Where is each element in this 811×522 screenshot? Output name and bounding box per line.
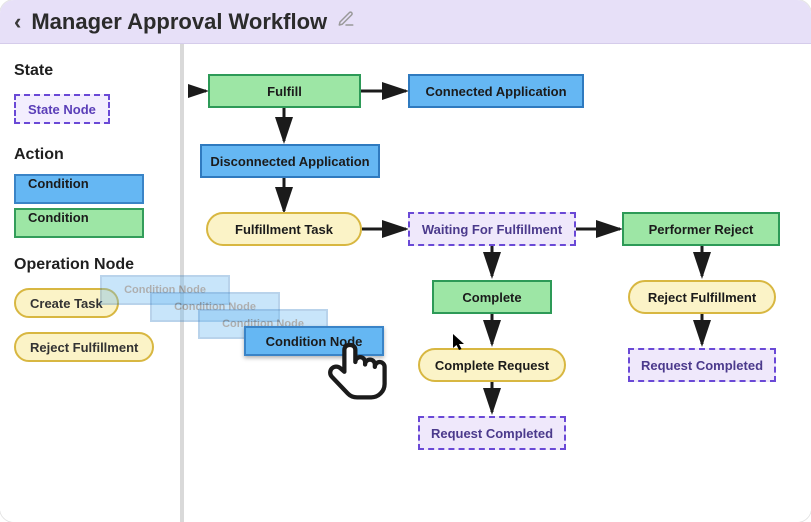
node-performer-reject[interactable]: Performer Reject	[622, 212, 780, 246]
palette-section-operation: Operation Node	[14, 256, 166, 274]
workflow-editor: ‹ Manager Approval Workflow State State …	[0, 0, 811, 522]
palette-section-action: Action	[14, 146, 166, 164]
editor-body: State State Node Action Condition Condit…	[0, 44, 811, 522]
node-disconnected-application[interactable]: Disconnected Application	[200, 144, 380, 178]
node-request-completed-left[interactable]: Request Completed	[418, 416, 566, 450]
palette-condition-blue[interactable]: Condition	[14, 174, 144, 204]
palette-state-node[interactable]: State Node	[14, 94, 110, 124]
node-connected-application[interactable]: Connected Application	[408, 74, 584, 108]
palette-condition-green[interactable]: Condition	[14, 208, 144, 238]
palette-reject-fulfillment[interactable]: Reject Fulfillment	[14, 332, 154, 362]
node-complete[interactable]: Complete	[432, 280, 552, 314]
node-reject-fulfillment[interactable]: Reject Fulfillment	[628, 280, 776, 314]
node-waiting-for-fulfillment[interactable]: Waiting For Fulfillment	[408, 212, 576, 246]
workflow-canvas[interactable]: Fulfill Connected Application Disconnect…	[188, 44, 811, 522]
page-title: Manager Approval Workflow	[31, 9, 327, 35]
pencil-icon[interactable]	[337, 10, 355, 33]
node-complete-request[interactable]: Complete Request	[418, 348, 566, 382]
header-bar: ‹ Manager Approval Workflow	[0, 0, 811, 44]
node-fulfillment-task[interactable]: Fulfillment Task	[206, 212, 362, 246]
palette-section-state: State	[14, 62, 166, 80]
mouse-cursor-icon	[452, 333, 466, 356]
node-fulfill[interactable]: Fulfill	[208, 74, 361, 108]
node-request-completed-right[interactable]: Request Completed	[628, 348, 776, 382]
drag-active-node[interactable]: Condition Node	[244, 326, 384, 356]
back-chevron-icon[interactable]: ‹	[14, 9, 21, 35]
